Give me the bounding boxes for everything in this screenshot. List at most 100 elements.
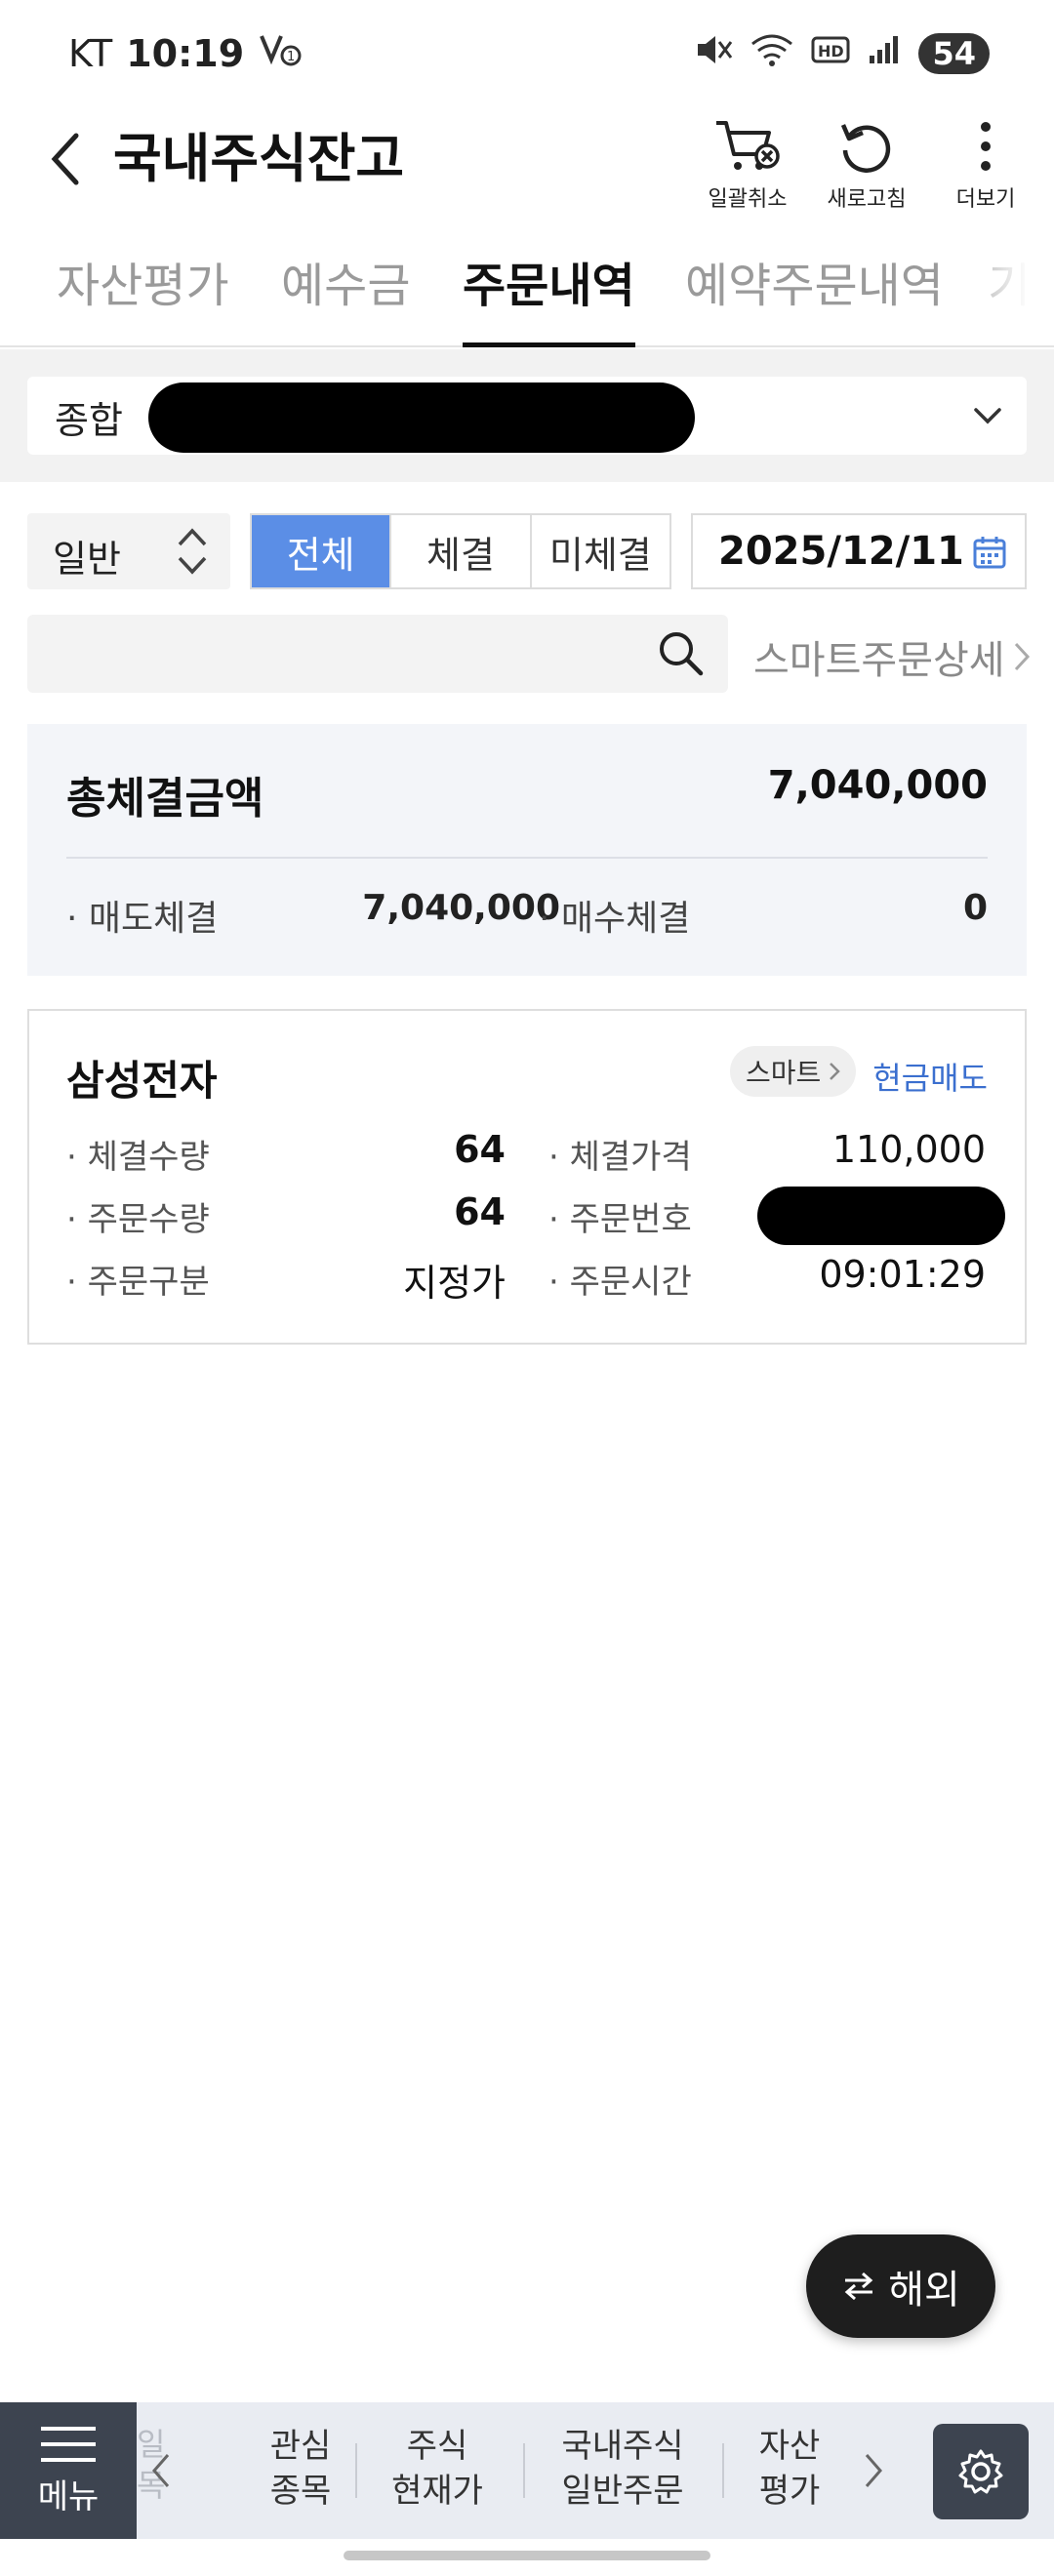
buy-executed-value: 0 bbox=[962, 888, 988, 928]
battery-badge: 54 bbox=[918, 33, 990, 74]
app-header: 국내주식잔고 일괄취소 새로고침 더보기 bbox=[0, 107, 1054, 215]
chevron-left-icon bbox=[152, 2454, 170, 2487]
filter-unexecuted-button[interactable]: 미체결 bbox=[531, 515, 669, 587]
signal-icon bbox=[868, 34, 901, 73]
account-select[interactable]: 종합 bbox=[27, 377, 1027, 455]
summary-divider bbox=[66, 857, 988, 859]
order-type-badge: 현금매도 bbox=[872, 1060, 988, 1097]
tab-order-history[interactable]: 주문내역 bbox=[463, 244, 635, 347]
filter-all-button[interactable]: 전체 bbox=[252, 515, 392, 587]
overseas-button[interactable]: 해외 bbox=[806, 2234, 995, 2338]
gear-icon bbox=[958, 2449, 1003, 2494]
order-time-value: 09:01:29 bbox=[819, 1253, 986, 1296]
svg-text:HD: HD bbox=[818, 42, 844, 60]
order-kind-value: 지정가 bbox=[403, 1262, 506, 1305]
account-redaction bbox=[148, 382, 695, 453]
header-actions: 일괄취소 새로고침 더보기 bbox=[699, 113, 1034, 213]
hamburger-icon bbox=[41, 2426, 96, 2462]
settings-button[interactable] bbox=[933, 2424, 1029, 2519]
order-no-label: · 주문번호 bbox=[548, 1200, 692, 1239]
home-indicator bbox=[344, 2551, 710, 2560]
cancel-all-button[interactable]: 일괄취소 bbox=[699, 113, 796, 213]
tab-reserved-orders[interactable]: 예약주문내역 bbox=[685, 244, 944, 347]
svg-text:1: 1 bbox=[287, 50, 295, 64]
summary-title: 총체결금액 bbox=[66, 774, 264, 824]
filter-executed-button[interactable]: 체결 bbox=[391, 515, 532, 587]
more-label: 더보기 bbox=[955, 187, 1016, 212]
status-left: KT 10:19 1 bbox=[68, 30, 303, 78]
nav-separator bbox=[523, 2443, 525, 2498]
page-title: 국내주식잔고 bbox=[113, 128, 405, 189]
more-button[interactable]: 더보기 bbox=[937, 113, 1034, 213]
refresh-button[interactable]: 새로고침 bbox=[818, 113, 915, 213]
execution-summary: 총체결금액 7,040,000 · 매도체결 7,040,000 · 매수체결 … bbox=[27, 724, 1027, 976]
filled-qty-value: 64 bbox=[454, 1128, 506, 1171]
nav-next-button[interactable] bbox=[863, 2402, 884, 2539]
status-bar: KT 10:19 1 HD 54 bbox=[0, 0, 1054, 107]
order-kind-label: · 주문구분 bbox=[66, 1263, 210, 1302]
buy-executed-label: · 매수체결 bbox=[539, 899, 691, 939]
nav-separator bbox=[355, 2443, 357, 2498]
more-vertical-icon bbox=[981, 122, 991, 171]
order-no-redaction bbox=[757, 1187, 1005, 1245]
hd-icon: HD bbox=[811, 34, 850, 73]
tab-bar: 자산평가 예수금 주문내역 예약주문내역 기 bbox=[0, 244, 1054, 347]
nav-asset-evaluation[interactable]: 자산 평가 bbox=[750, 2424, 830, 2514]
smart-chip[interactable]: 스마트 bbox=[730, 1046, 857, 1097]
account-area: 종합 bbox=[0, 349, 1054, 482]
tab-asset-evaluation[interactable]: 자산평가 bbox=[57, 244, 229, 347]
search-icon[interactable] bbox=[656, 628, 705, 677]
chevron-right-icon bbox=[1014, 642, 1030, 671]
chevron-down-icon bbox=[974, 408, 1001, 424]
execution-filter: 전체 체결 미체결 bbox=[250, 513, 671, 589]
cart-cancel-icon bbox=[716, 121, 780, 170]
tab-deposit[interactable]: 예수금 bbox=[281, 244, 410, 347]
chevron-right-icon bbox=[830, 1063, 841, 1080]
refresh-icon bbox=[840, 124, 891, 173]
order-type-value: 일반 bbox=[53, 538, 121, 581]
status-right: HD 54 bbox=[694, 32, 990, 75]
search-row: 스마트주문상세 bbox=[0, 615, 1054, 693]
back-button[interactable] bbox=[35, 125, 94, 193]
search-box bbox=[27, 615, 728, 693]
nav-prev-button[interactable] bbox=[150, 2402, 172, 2539]
carrier-label: KT bbox=[68, 32, 113, 75]
mute-icon bbox=[694, 32, 733, 75]
chevron-right-icon bbox=[865, 2454, 882, 2487]
up-down-arrows-icon bbox=[178, 528, 207, 575]
filter-row: 일반 전체 체결 미체결 2025/12/11 bbox=[0, 513, 1054, 591]
filled-qty-label: · 체결수량 bbox=[66, 1138, 210, 1177]
clock: 10:19 bbox=[126, 32, 245, 75]
cancel-all-label: 일괄취소 bbox=[708, 187, 788, 212]
swap-arrows-icon bbox=[844, 2272, 873, 2301]
refresh-label: 새로고침 bbox=[827, 187, 907, 212]
nav-stock-price[interactable]: 주식 현재가 bbox=[383, 2424, 492, 2514]
nav-separator bbox=[722, 2443, 724, 2498]
smart-chip-label: 스마트 bbox=[746, 1057, 822, 1089]
order-card[interactable]: 삼성전자 스마트 현금매도 · 체결수량 64 · 체결가격 110,000 ·… bbox=[27, 1009, 1027, 1345]
date-value: 2025/12/11 bbox=[718, 529, 964, 574]
sell-executed-value: 7,040,000 bbox=[362, 888, 560, 928]
filled-price-label: · 체결가격 bbox=[548, 1138, 692, 1177]
sell-executed-label: · 매도체결 bbox=[66, 899, 219, 939]
account-label: 종합 bbox=[55, 399, 123, 442]
order-qty-value: 64 bbox=[454, 1190, 506, 1233]
order-type-select[interactable]: 일반 bbox=[27, 513, 230, 589]
filled-price-value: 110,000 bbox=[831, 1128, 986, 1171]
order-time-label: · 주문시간 bbox=[548, 1263, 692, 1302]
smart-order-detail-link[interactable]: 스마트주문상세 bbox=[753, 628, 1031, 685]
nav-domestic-order[interactable]: 국내주식 일반주문 bbox=[547, 2424, 699, 2514]
bottom-nav: 메뉴 일 목 관심 종목 주식 현재가 국내주식 일반주문 자산 평가 bbox=[0, 2402, 1054, 2539]
nav-watchlist[interactable]: 관심 종목 bbox=[252, 2424, 349, 2514]
summary-total: 7,040,000 bbox=[767, 763, 988, 808]
wifi-icon bbox=[750, 32, 793, 75]
menu-button[interactable]: 메뉴 bbox=[0, 2402, 137, 2539]
volte-icon: 1 bbox=[258, 30, 303, 78]
smart-order-detail-label: 스마트주문상세 bbox=[753, 638, 1005, 683]
order-qty-label: · 주문수량 bbox=[66, 1200, 210, 1239]
search-input[interactable] bbox=[47, 626, 632, 681]
overseas-label: 해외 bbox=[888, 2268, 960, 2313]
calendar-icon bbox=[973, 537, 1006, 569]
chevron-left-icon bbox=[51, 133, 79, 185]
date-picker[interactable]: 2025/12/11 bbox=[691, 513, 1027, 589]
